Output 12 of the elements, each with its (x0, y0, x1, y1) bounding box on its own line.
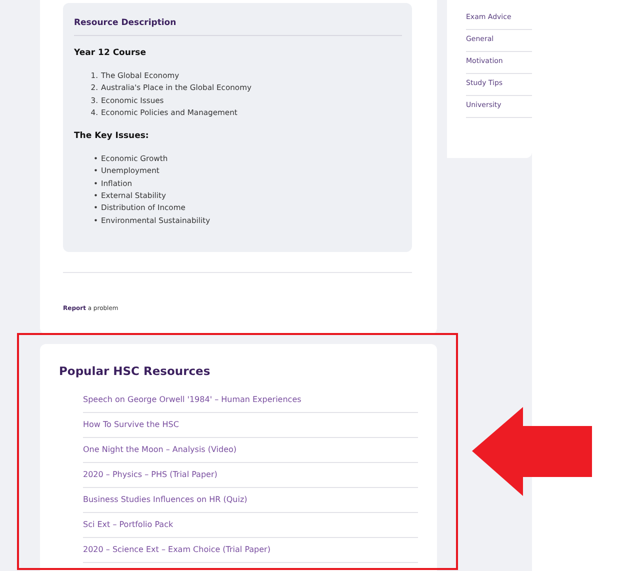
section-title: Popular HSC Resources (59, 364, 212, 378)
resource-link[interactable]: Speech on George Orwell '1984' – Human Experiences (83, 388, 418, 413)
resource-link[interactable]: Business Studies Influences on HR (Quiz) (83, 488, 418, 513)
resource-link[interactable]: Sci Ext – Portfolio Pack (83, 513, 418, 538)
resource-link[interactable]: 2020 – Science Ext – Exam Choice (Trial Paper) (83, 538, 418, 563)
panel-title: Resource Description (74, 15, 402, 36)
issues-heading: The Key Issues: (74, 131, 150, 142)
arrow-icon (472, 407, 592, 496)
resource-link[interactable]: 2020 – Physics – PHS (Trial Paper) (83, 463, 418, 488)
resource-link[interactable]: How To Survive the HSC (83, 413, 418, 438)
resource-link[interactable]: One Night the Moon – Analysis (Video) (83, 438, 418, 463)
course-heading: Year 12 Course (74, 48, 147, 58)
